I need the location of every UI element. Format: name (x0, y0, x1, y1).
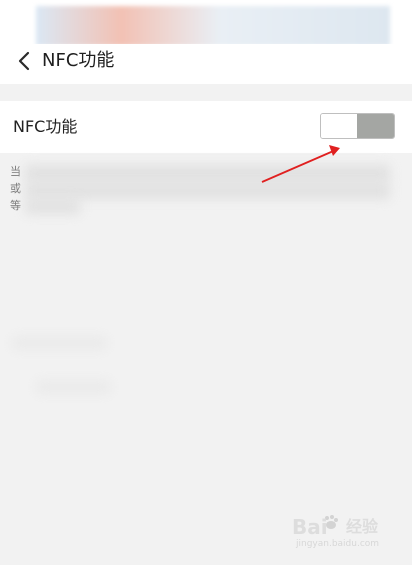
watermark-url: jingyan.baidu.com (296, 539, 380, 549)
toggle-track (357, 114, 394, 138)
blurred-background-item (36, 380, 111, 394)
nfc-toggle[interactable] (320, 113, 395, 139)
back-button[interactable] (10, 47, 38, 75)
page-title: NFC功能 (42, 50, 115, 71)
description-line-3: 等 (10, 199, 21, 212)
watermark-brand-sub: 经验 (346, 517, 379, 536)
blurred-status-content (36, 6, 390, 46)
nfc-setting-label: NFC功能 (13, 117, 78, 136)
description-area: 当 或 等 (0, 153, 412, 565)
top-navigation: NFC功能 (0, 44, 412, 84)
blurred-description-text (25, 200, 80, 214)
blurred-description-text (25, 165, 390, 182)
blurred-background-item (12, 336, 107, 350)
toggle-knob (321, 114, 359, 138)
description-line-2: 或 (10, 182, 21, 195)
watermark: Bai 经验 jingyan.baidu.com (292, 510, 392, 549)
chevron-left-icon (18, 51, 30, 71)
description-line-1: 当 (10, 165, 21, 178)
blurred-description-text (25, 183, 390, 199)
watermark-brand-text: Bai (292, 515, 328, 539)
status-bar (0, 0, 412, 46)
